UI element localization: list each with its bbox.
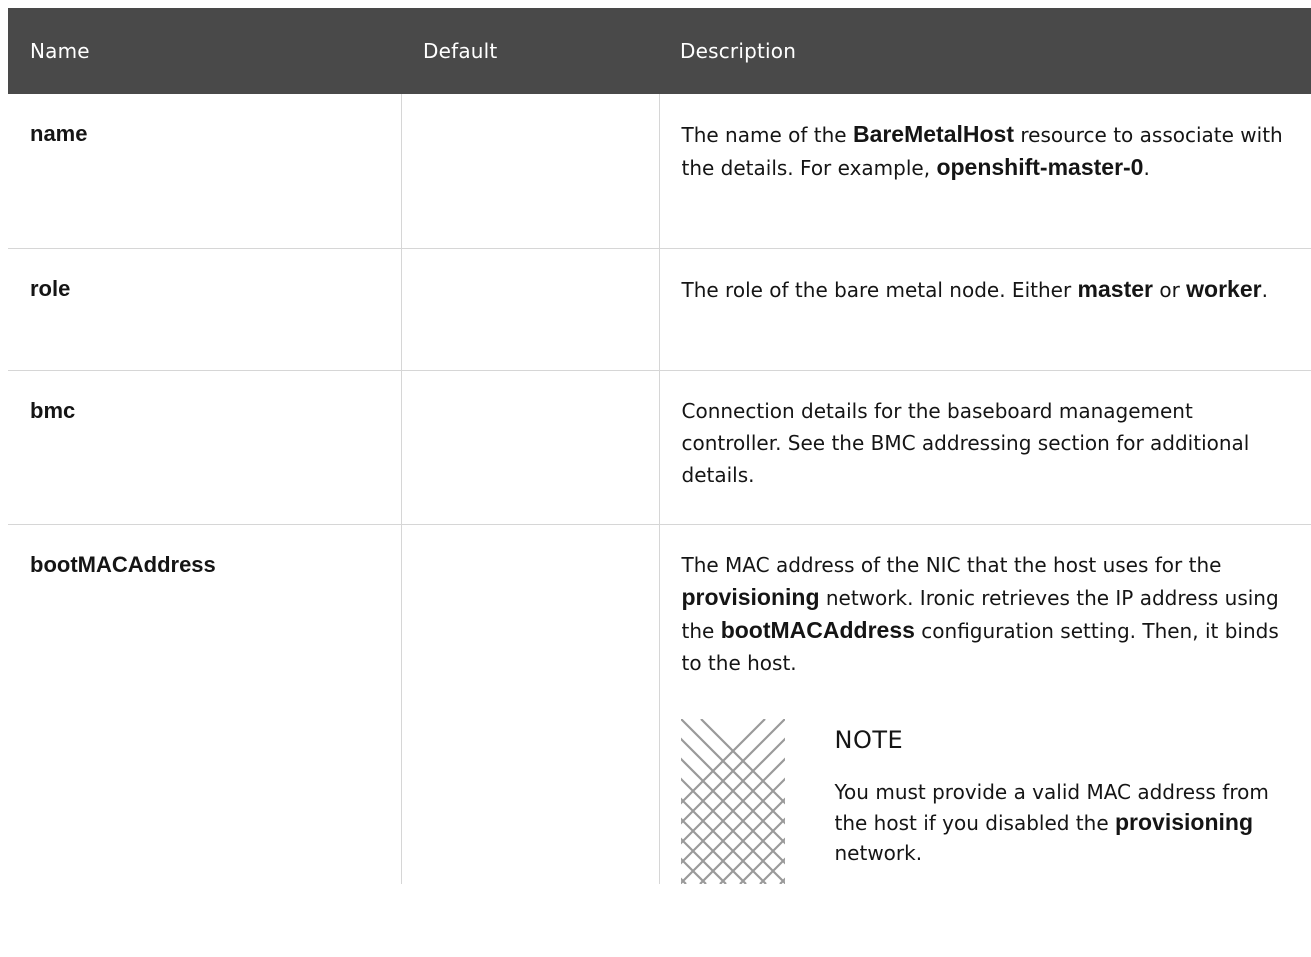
param-name: bootMACAddress <box>8 524 402 884</box>
column-header-name: Name <box>30 39 90 63</box>
note-lattice-icon <box>680 719 785 884</box>
param-default <box>401 248 660 371</box>
bold-term: provisioning <box>681 584 820 610</box>
text-run: The name of the <box>681 123 853 147</box>
param-description: The name of the BareMetalHost resource t… <box>659 94 1311 249</box>
description-text: The MAC address of the NIC that the host… <box>682 549 1292 679</box>
text-run: . <box>1261 278 1268 302</box>
table-row: bmc Connection details for the baseboard… <box>8 370 1311 525</box>
param-description: Connection details for the baseboard man… <box>659 370 1311 525</box>
text-run: or <box>1152 278 1187 302</box>
parameters-table: Name Default Description name The name o… <box>8 8 1311 884</box>
column-header-default: Default <box>423 39 498 63</box>
note-admonition: NOTE You must provide a valid MAC addres… <box>680 719 1292 884</box>
table-header: Name Default Description <box>8 8 1311 94</box>
bold-term: openshift-master-0 <box>936 154 1144 180</box>
text-run: . <box>1143 156 1150 180</box>
table-row: name The name of the BareMetalHost resou… <box>8 94 1311 249</box>
note-title: NOTE <box>834 726 904 754</box>
param-name: bmc <box>8 370 402 525</box>
description-text: The role of the bare metal node. Either … <box>682 273 1292 306</box>
param-default <box>401 524 660 884</box>
bold-term: worker <box>1186 276 1262 302</box>
bold-term: bootMACAddress <box>720 617 915 643</box>
bold-term: provisioning <box>1115 809 1253 835</box>
text-run: network. <box>834 841 923 865</box>
text-run: The MAC address of the NIC that the host… <box>681 553 1222 577</box>
bold-term: master <box>1077 276 1153 302</box>
param-default <box>401 370 660 525</box>
param-name: name <box>8 94 402 249</box>
column-header-description: Description <box>680 39 797 63</box>
description-text: The name of the BareMetalHost resource t… <box>682 118 1292 184</box>
table-row: bootMACAddress The MAC address of the NI… <box>8 524 1311 884</box>
bold-term: BareMetalHost <box>852 121 1014 147</box>
note-body: NOTE You must provide a valid MAC addres… <box>835 719 1292 868</box>
param-name: role <box>8 248 402 371</box>
parameters-table-container: Name Default Description name The name o… <box>0 0 1311 957</box>
text-run: The role of the bare metal node. Either <box>681 278 1078 302</box>
param-description: The MAC address of the NIC that the host… <box>659 525 1311 884</box>
note-text: You must provide a valid MAC address fro… <box>835 777 1292 868</box>
table-row: role The role of the bare metal node. Ei… <box>8 248 1311 371</box>
param-description: The role of the bare metal node. Either … <box>659 248 1311 371</box>
param-default <box>401 94 660 249</box>
header-row: Name Default Description <box>8 8 1311 94</box>
table-body: name The name of the BareMetalHost resou… <box>8 94 1311 884</box>
description-text: Connection details for the baseboard man… <box>681 399 1250 487</box>
